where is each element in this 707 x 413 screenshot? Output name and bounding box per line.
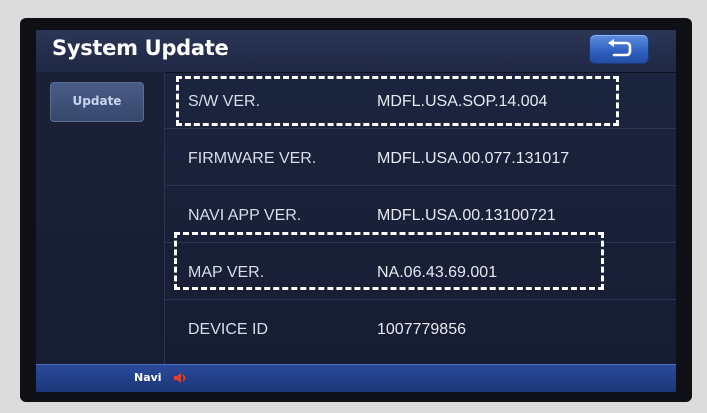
row-label: FIRMWARE VER. — [188, 150, 317, 167]
row-value: MDFL.USA.00.077.131017 — [377, 150, 570, 167]
page-title: System Update — [52, 36, 229, 60]
photo-background: System Update Update S/W VER. MDFL.USA.S… — [0, 0, 707, 413]
back-arrow-icon — [608, 39, 632, 57]
title-bar: System Update — [36, 30, 676, 73]
row-value: 1007779856 — [377, 321, 466, 338]
infotainment-screen: System Update Update S/W VER. MDFL.USA.S… — [36, 30, 676, 392]
navi-label: Navi — [134, 371, 162, 384]
highlight-box-map-version — [174, 232, 604, 290]
info-row-firmware-version: FIRMWARE VER. MDFL.USA.00.077.131017 — [164, 129, 676, 186]
highlight-box-sw-version — [176, 76, 619, 126]
version-info-list: S/W VER. MDFL.USA.SOP.14.004 FIRMWARE VE… — [164, 72, 676, 364]
sidebar-item-update[interactable]: Update — [50, 82, 144, 122]
info-row-device-id: DEVICE ID 1007779856 — [164, 300, 676, 357]
row-label: DEVICE ID — [188, 321, 269, 338]
sidebar: Update — [36, 72, 165, 364]
bottom-status-bar: Navi — [36, 364, 676, 392]
speaker-icon — [174, 373, 186, 383]
back-button[interactable] — [589, 34, 649, 64]
